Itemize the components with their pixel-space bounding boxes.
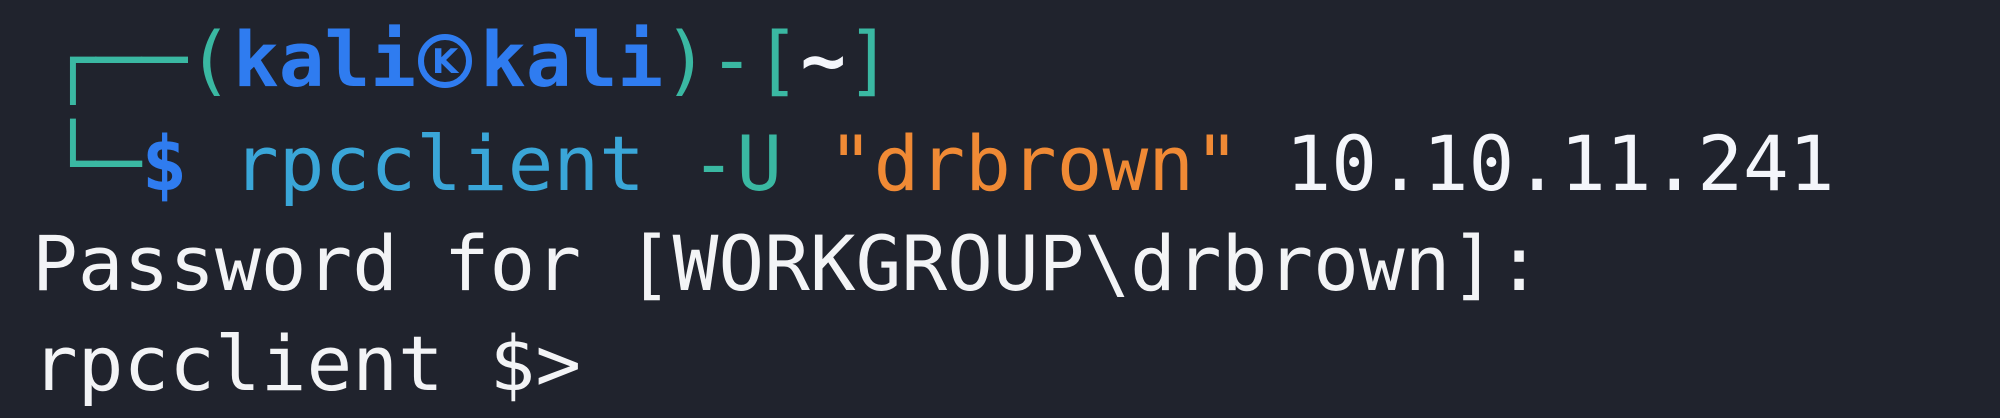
terminal-window[interactable]: ┌──(kalikali)-[~] └─$ rpcclient -U "drbr… bbox=[0, 0, 2000, 418]
prompt-frame-mid: )-[ bbox=[663, 15, 801, 104]
password-prompt-output: Password for [WORKGROUP\drbrown]: bbox=[32, 219, 1542, 308]
rpcclient-prompt[interactable]: rpcclient $> bbox=[32, 326, 581, 402]
prompt-host: kali bbox=[480, 15, 664, 104]
prompt-symbol: $ bbox=[141, 119, 188, 208]
command-user-arg: "drbrown" bbox=[827, 119, 1240, 208]
prompt-frame-start: ┌──( bbox=[50, 15, 234, 104]
prompt-frame-end: ] bbox=[846, 15, 892, 104]
command-line: └─$ rpcclient -U "drbrown" 10.10.11.241 bbox=[50, 126, 1835, 202]
prompt-user: kali bbox=[233, 15, 417, 104]
command-flag: -U bbox=[690, 119, 783, 208]
kali-logo-icon bbox=[418, 34, 473, 88]
prompt-directory: ~ bbox=[800, 15, 847, 104]
command-name: rpcclient bbox=[233, 119, 645, 208]
prompt-frame-corner: └─ bbox=[50, 119, 142, 208]
command-ip-arg: 10.10.11.241 bbox=[1285, 119, 1835, 208]
prompt-header: ┌──(kalikali)-[~] bbox=[50, 22, 892, 98]
